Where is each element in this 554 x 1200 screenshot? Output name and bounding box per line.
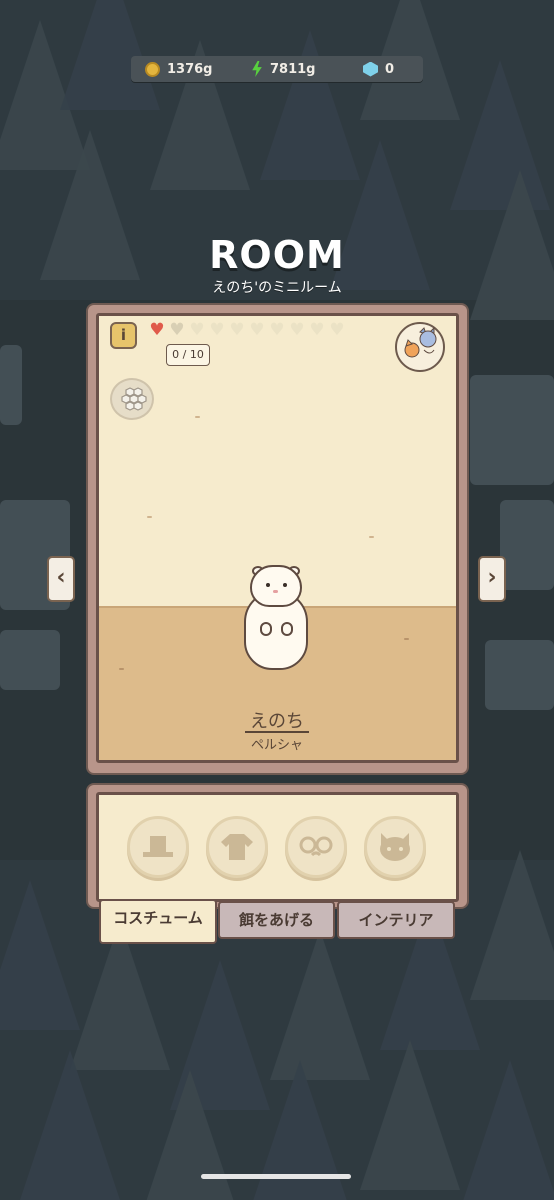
heart-empty-icon: ♥ — [249, 320, 265, 340]
shirt-icon — [221, 834, 253, 860]
heart-empty-icon: ♥ — [329, 320, 345, 340]
pet-head[interactable] — [250, 565, 302, 607]
hat-slot[interactable] — [127, 816, 189, 878]
room-subtitle: えのち'のミニルーム — [212, 280, 342, 296]
floor-speck — [119, 668, 124, 670]
lightning-icon — [252, 61, 262, 77]
pet-eye — [283, 583, 287, 587]
heart-empty-icon: ♥ — [289, 320, 305, 340]
tree — [460, 1060, 554, 1200]
gold-value: 1376g — [167, 61, 213, 77]
tab-feed[interactable]: 餌をあげる — [218, 901, 335, 939]
gold-counter: 1376g — [145, 56, 213, 82]
glasses-slot[interactable] — [285, 816, 347, 878]
tree — [250, 1060, 350, 1200]
wall-speck — [369, 536, 374, 538]
heart-empty-icon: ♥ — [229, 320, 245, 340]
heart-empty-icon: ♥ — [209, 320, 225, 340]
glasses-icon — [299, 836, 333, 857]
affection-hearts: ♥ ♥ ♥ ♥ ♥ ♥ ♥ ♥ ♥ ♥ — [148, 320, 346, 340]
accessory-slot[interactable] — [364, 816, 426, 878]
heart-filled-icon: ♥ — [149, 320, 165, 340]
tree — [470, 850, 554, 1000]
energy-counter: 7811g — [251, 56, 316, 82]
pet-name-divider — [245, 731, 309, 733]
gem-counter: 0 — [363, 56, 394, 82]
heart-empty-icon: ♥ — [169, 320, 185, 340]
pet-paw — [281, 622, 293, 636]
home-indicator[interactable] — [201, 1174, 351, 1179]
page-title: ROOM — [209, 233, 345, 277]
honeycomb-icon[interactable] — [110, 378, 154, 420]
tab-costume[interactable]: コスチューム — [99, 899, 217, 944]
crate-prop — [0, 630, 60, 690]
machine-prop — [500, 500, 554, 590]
heart-empty-icon: ♥ — [269, 320, 285, 340]
gem-icon — [363, 61, 378, 77]
resource-bar: 1376g 7811g 0 — [131, 56, 423, 82]
tree — [20, 1050, 120, 1200]
tree — [270, 930, 370, 1080]
affection-progress: 0 / 10 — [166, 344, 210, 366]
hat-icon — [143, 836, 173, 857]
pet-breed: ペルシャ — [250, 738, 303, 753]
previous-pet-button[interactable]: ‹ — [47, 556, 75, 602]
tree — [140, 1070, 240, 1200]
tree — [60, 0, 160, 110]
heart-empty-icon: ♥ — [189, 320, 205, 340]
cat-statue-prop — [485, 640, 554, 710]
tree — [360, 1040, 460, 1190]
cat-face-icon — [380, 833, 410, 861]
coin-icon — [145, 61, 160, 77]
cat-collection-icon[interactable] — [395, 322, 445, 372]
pet-eye — [266, 583, 270, 587]
heart-empty-icon: ♥ — [309, 320, 325, 340]
energy-value: 7811g — [270, 61, 316, 77]
shirt-slot[interactable] — [206, 816, 268, 878]
wall-speck — [147, 516, 152, 518]
wall-speck — [195, 416, 200, 418]
info-button[interactable]: i — [110, 322, 137, 349]
pet-nose — [273, 590, 278, 593]
next-pet-button[interactable]: › — [478, 556, 506, 602]
shop-building — [470, 375, 554, 485]
tree — [0, 880, 80, 1030]
pet-name: えのち — [250, 711, 304, 732]
tab-interior[interactable]: インテリア — [337, 901, 455, 939]
floor-speck — [404, 638, 409, 640]
lantern-prop — [0, 345, 22, 425]
pet-paw — [260, 622, 272, 636]
gem-value: 0 — [385, 61, 395, 77]
